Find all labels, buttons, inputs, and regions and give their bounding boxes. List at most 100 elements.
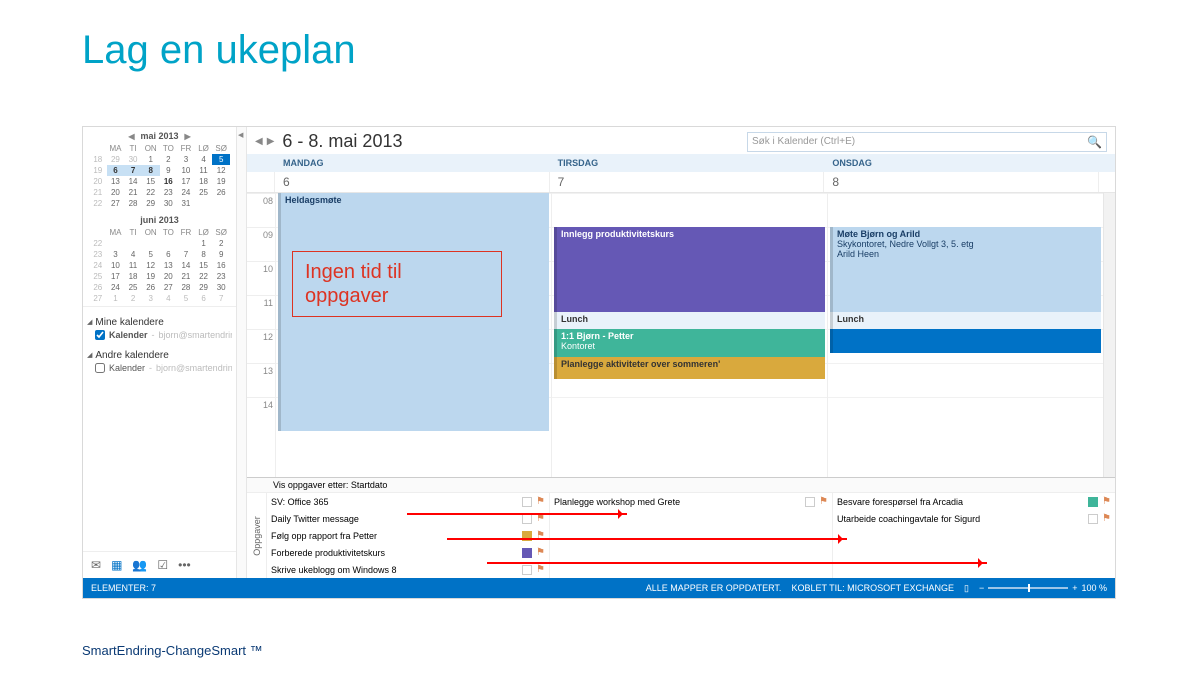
minical-day[interactable]: 17 bbox=[107, 271, 125, 282]
minical-day[interactable]: 29 bbox=[195, 282, 213, 293]
minical-day[interactable]: 15 bbox=[195, 260, 213, 271]
minical-day[interactable]: 26 bbox=[212, 187, 230, 198]
day-col-wed[interactable]: Møte Bjørn og Arild Skykontoret, Nedre V… bbox=[827, 193, 1103, 477]
minical-day[interactable]: 4 bbox=[124, 249, 142, 260]
day-col-tue[interactable]: Innlegg produktivitetskurs Lunch 1:1 Bjø… bbox=[551, 193, 827, 477]
minical-day[interactable]: 8 bbox=[195, 249, 213, 260]
minical-day[interactable]: 5 bbox=[177, 293, 195, 304]
cal-group-andre[interactable]: Andre kalendere bbox=[87, 350, 232, 361]
event-lunch-wed[interactable]: Lunch bbox=[830, 312, 1101, 329]
minical-day[interactable]: 7 bbox=[212, 293, 230, 304]
zoom-control[interactable]: − + 100 % bbox=[979, 583, 1107, 593]
minical-day[interactable]: 27 bbox=[160, 282, 178, 293]
minical-day[interactable]: 24 bbox=[107, 282, 125, 293]
event-mote[interactable]: Møte Bjørn og Arild Skykontoret, Nedre V… bbox=[830, 227, 1101, 312]
minical-day[interactable]: 29 bbox=[142, 198, 160, 209]
task-row[interactable]: Daily Twitter message⚑ bbox=[271, 510, 545, 527]
minical-june[interactable]: juni 2013 MATIONTOFRLØSØ2212233456789241… bbox=[83, 211, 236, 306]
tasks-icon[interactable]: ☑ bbox=[157, 558, 168, 572]
minical-day[interactable] bbox=[107, 238, 125, 249]
minical-day[interactable]: 26 bbox=[142, 282, 160, 293]
minical-day[interactable]: 21 bbox=[177, 271, 195, 282]
minical-day[interactable]: 20 bbox=[160, 271, 178, 282]
minical-day[interactable]: 1 bbox=[142, 154, 160, 165]
minical-day[interactable] bbox=[195, 198, 213, 209]
cal-item-mine[interactable]: Kalender - bjorn@smartendring.no bbox=[87, 330, 232, 340]
flag-icon[interactable]: ⚑ bbox=[536, 530, 545, 541]
minical-day[interactable]: 11 bbox=[195, 165, 213, 176]
minical-day[interactable]: 23 bbox=[160, 187, 178, 198]
minical-day[interactable]: 13 bbox=[160, 260, 178, 271]
minical-day[interactable]: 7 bbox=[177, 249, 195, 260]
minical-day[interactable]: 19 bbox=[212, 176, 230, 187]
minical-day[interactable] bbox=[177, 238, 195, 249]
next-range-icon[interactable]: ▶ bbox=[267, 136, 275, 147]
cal-checkbox[interactable] bbox=[95, 330, 105, 340]
task-row[interactable]: SV: Office 365⚑ bbox=[271, 493, 545, 510]
minical-day[interactable]: 19 bbox=[142, 271, 160, 282]
minical-day[interactable] bbox=[212, 198, 230, 209]
minical-day[interactable]: 11 bbox=[124, 260, 142, 271]
task-row[interactable]: Følg opp rapport fra Petter⚑ bbox=[271, 527, 545, 544]
flag-icon[interactable]: ⚑ bbox=[1102, 513, 1111, 524]
prev-range-icon[interactable]: ◀ bbox=[255, 136, 263, 147]
cal-item-andre[interactable]: Kalender - bjorn@smartendring.no bbox=[87, 363, 232, 373]
minical-day[interactable]: 22 bbox=[142, 187, 160, 198]
cal-checkbox-2[interactable] bbox=[95, 363, 105, 373]
search-input[interactable]: Søk i Kalender (Ctrl+E) 🔍 bbox=[747, 132, 1107, 152]
flag-icon[interactable]: ⚑ bbox=[536, 513, 545, 524]
people-icon[interactable]: 👥 bbox=[132, 558, 147, 572]
calendar-icon[interactable]: ▦ bbox=[111, 558, 122, 572]
scrollbar[interactable] bbox=[1103, 193, 1115, 477]
minical-day[interactable]: 1 bbox=[107, 293, 125, 304]
task-row[interactable]: Skrive ukeblogg om Windows 8⚑ bbox=[271, 561, 545, 578]
minical-day[interactable]: 12 bbox=[212, 165, 230, 176]
mail-icon[interactable]: ✉ bbox=[91, 558, 101, 572]
minical-day[interactable]: 5 bbox=[142, 249, 160, 260]
event-heldagsmote[interactable]: Heldagsmøte bbox=[278, 193, 549, 431]
minical-day[interactable]: 27 bbox=[107, 198, 125, 209]
event-lunch-tue[interactable]: Lunch bbox=[554, 312, 825, 329]
minical-day[interactable]: 3 bbox=[142, 293, 160, 304]
flag-icon[interactable]: ⚑ bbox=[1102, 496, 1111, 507]
tasks-header[interactable]: Vis oppgaver etter: Startdato bbox=[247, 478, 1115, 493]
minical-day[interactable]: 14 bbox=[124, 176, 142, 187]
minical-day[interactable]: 4 bbox=[160, 293, 178, 304]
minical-day[interactable]: 3 bbox=[177, 154, 195, 165]
minical-day[interactable]: 13 bbox=[107, 176, 125, 187]
minical-day[interactable]: 15 bbox=[142, 176, 160, 187]
minical-day[interactable]: 2 bbox=[124, 293, 142, 304]
minical-day[interactable]: 18 bbox=[195, 176, 213, 187]
date-cell[interactable]: 7 bbox=[550, 172, 825, 192]
minical-day[interactable]: 28 bbox=[177, 282, 195, 293]
more-icon[interactable]: ••• bbox=[178, 558, 191, 572]
day-col-mon[interactable]: Heldagsmøte Ingen tid til oppgaver bbox=[275, 193, 551, 477]
minical-day[interactable]: 25 bbox=[124, 282, 142, 293]
event-1-1[interactable]: 1:1 Bjørn - Petter Kontoret bbox=[554, 329, 825, 357]
minical-day[interactable]: 2 bbox=[212, 238, 230, 249]
next-month-icon[interactable]: ▶ bbox=[183, 132, 193, 141]
minical-day[interactable]: 29 bbox=[107, 154, 125, 165]
minical-day[interactable]: 31 bbox=[177, 198, 195, 209]
collapse-handle[interactable] bbox=[237, 127, 247, 578]
flag-icon[interactable]: ⚑ bbox=[536, 496, 545, 507]
task-row[interactable]: Besvare forespørsel fra Arcadia⚑ bbox=[837, 493, 1111, 510]
minical-day[interactable] bbox=[160, 238, 178, 249]
date-cell[interactable]: 6 bbox=[275, 172, 550, 192]
zoom-out-icon[interactable]: − bbox=[979, 583, 984, 593]
minical-day[interactable]: 30 bbox=[124, 154, 142, 165]
search-icon[interactable]: 🔍 bbox=[1087, 135, 1102, 149]
minical-day[interactable]: 14 bbox=[177, 260, 195, 271]
minical-day[interactable]: 6 bbox=[107, 165, 125, 176]
zoom-slider[interactable] bbox=[988, 587, 1068, 589]
minical-day[interactable]: 21 bbox=[124, 187, 142, 198]
minical-day[interactable]: 30 bbox=[212, 282, 230, 293]
minical-day[interactable]: 10 bbox=[177, 165, 195, 176]
minical-day[interactable]: 23 bbox=[212, 271, 230, 282]
minical-day[interactable]: 16 bbox=[212, 260, 230, 271]
minical-day[interactable]: 1 bbox=[195, 238, 213, 249]
zoom-in-icon[interactable]: + bbox=[1072, 583, 1077, 593]
date-cell[interactable]: 8 bbox=[824, 172, 1099, 192]
flag-icon[interactable]: ⚑ bbox=[536, 564, 545, 575]
minical-may[interactable]: ◀ mai 2013 ▶ MATIONTOFRLØSØ1829301234519… bbox=[83, 127, 236, 211]
